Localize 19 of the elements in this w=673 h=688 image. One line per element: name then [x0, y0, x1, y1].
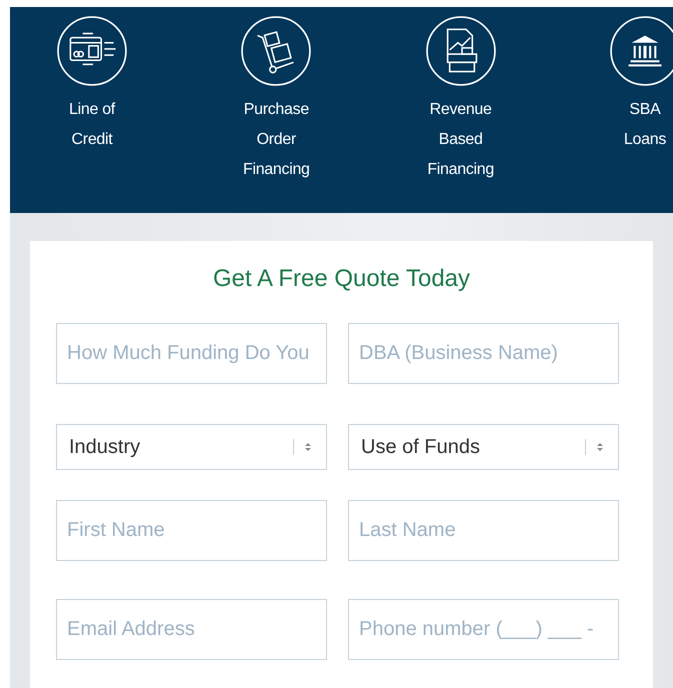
form-title: Get A Free Quote Today: [212, 265, 472, 293]
input-field[interactable]: DBA (Business Name): [348, 323, 619, 384]
input-field[interactable]: Email Address: [56, 599, 327, 660]
sort-arrows-icon: [304, 441, 312, 453]
input-field[interactable]: Last Name: [348, 500, 619, 561]
input-field[interactable]: First Name: [56, 500, 327, 561]
product-label[interactable]: SBA Loans: [624, 95, 666, 155]
product-label[interactable]: Purchase Order Financing: [242, 95, 310, 185]
product-label[interactable]: Line of Credit: [69, 95, 115, 155]
sort-arrows-icon: [596, 441, 604, 453]
product-label[interactable]: Revenue Based Financing: [427, 95, 494, 185]
select-field[interactable]: Industry: [56, 424, 327, 470]
input-field[interactable]: How Much Funding Do You: [56, 323, 327, 384]
hand-truck-icon[interactable]: [240, 15, 312, 87]
input-field[interactable]: Phone number (___) ___ -: [348, 599, 619, 660]
cash-register-icon[interactable]: [424, 15, 497, 87]
bank-icon[interactable]: [608, 15, 673, 87]
credit-card-icon[interactable]: [56, 15, 128, 87]
select-field[interactable]: Use of Funds: [348, 424, 619, 470]
